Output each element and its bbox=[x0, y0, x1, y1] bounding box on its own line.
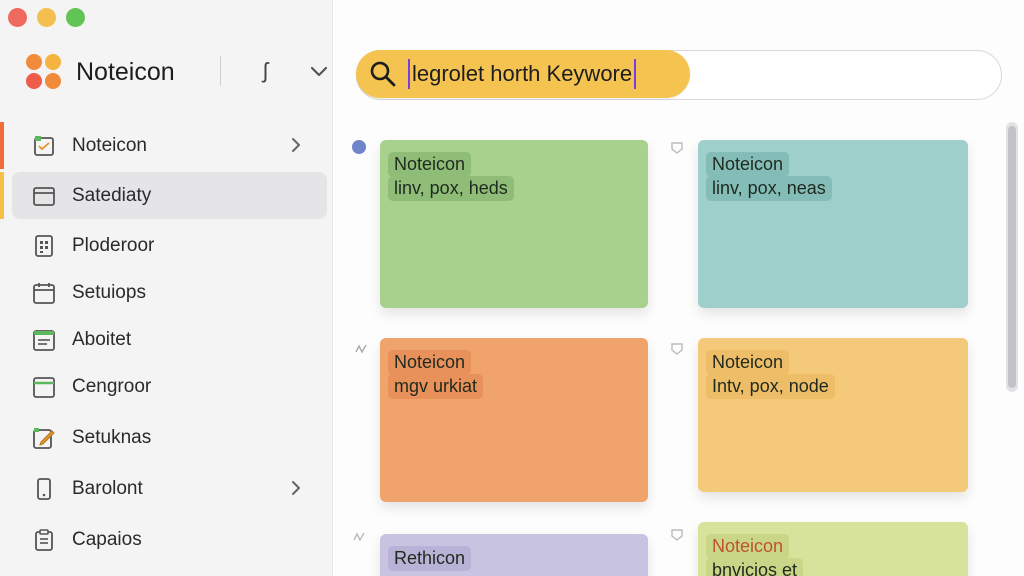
note-card[interactable]: Noteicon linv, pox, neas bbox=[698, 140, 968, 308]
vertical-scrollbar[interactable] bbox=[1006, 122, 1018, 392]
note-subtitle: bnvicios et bbox=[706, 558, 804, 576]
list-icon bbox=[33, 329, 55, 351]
phone-icon bbox=[37, 477, 51, 500]
search-input[interactable]: legrolet horth Keywore bbox=[356, 50, 690, 98]
note-card[interactable]: Rethicon bbox=[380, 534, 648, 576]
search-query-text[interactable]: legrolet horth Keywore bbox=[408, 59, 637, 89]
maximize-window-button[interactable] bbox=[66, 8, 85, 27]
note-title: Rethicon bbox=[388, 546, 472, 571]
sidebar-item-label: Setuknas bbox=[72, 426, 152, 448]
scrollbar-thumb[interactable] bbox=[1008, 126, 1016, 388]
squiggle-icon[interactable] bbox=[352, 530, 366, 544]
sidebar-item-satediaty[interactable]: Satediaty bbox=[12, 172, 327, 219]
note-card[interactable]: Noteicon linv, pox, heds bbox=[380, 140, 648, 308]
note-card[interactable]: Noteicon bnvicios et bbox=[698, 522, 968, 576]
minimize-window-button[interactable] bbox=[37, 8, 56, 27]
active-accent-bar bbox=[0, 122, 4, 169]
window-controls bbox=[8, 8, 85, 27]
squiggle-icon[interactable] bbox=[354, 342, 368, 356]
sidebar-item-label: Capaios bbox=[72, 528, 142, 550]
pin-dot-icon[interactable] bbox=[352, 140, 366, 154]
calendar-icon bbox=[33, 376, 55, 398]
chevron-down-icon[interactable] bbox=[308, 60, 330, 82]
sidebar-item-noteicon[interactable]: Noteicon bbox=[0, 122, 333, 169]
sidebar-item-label: Cengroor bbox=[72, 375, 152, 397]
sync-icon[interactable]: ʃ bbox=[263, 58, 268, 84]
pin-icon[interactable] bbox=[670, 342, 684, 356]
note-title: Noteicon bbox=[706, 534, 790, 559]
note-subtitle: mgv urkiat bbox=[388, 374, 484, 399]
sidebar-item-label: Noteicon bbox=[72, 134, 147, 156]
sidebar-item-label: Barolont bbox=[72, 477, 143, 499]
chevron-right-icon bbox=[292, 481, 300, 495]
edit-icon bbox=[33, 427, 55, 449]
sidebar-item-label: Aboitet bbox=[72, 328, 132, 350]
sidebar-item-label: Setuiops bbox=[72, 281, 146, 303]
main-content: legrolet horth Keywore Noteicon linv, po… bbox=[334, 0, 1024, 576]
note-title: Noteicon bbox=[388, 152, 472, 177]
active-accent-bar bbox=[0, 172, 4, 219]
sidebar-item-setuiops[interactable]: Setuiops bbox=[0, 269, 333, 316]
chevron-right-icon bbox=[292, 138, 300, 152]
note-subtitle: Intv, pox, node bbox=[706, 374, 835, 399]
folder-icon bbox=[33, 186, 55, 206]
clipboard-icon bbox=[35, 528, 53, 551]
app-name: Noteicon bbox=[76, 57, 175, 86]
logo-icon bbox=[26, 54, 62, 90]
sidebar-item-label: Satediaty bbox=[72, 184, 152, 206]
header-divider bbox=[220, 56, 221, 86]
sidebar-item-capaios[interactable]: Capaios bbox=[0, 516, 333, 563]
pin-icon[interactable] bbox=[670, 528, 684, 542]
sidebar-item-label: Ploderoor bbox=[72, 234, 155, 256]
sidebar: Noteicon ʃ Noteicon Satediaty Ploderoor … bbox=[0, 0, 333, 576]
note-icon bbox=[34, 135, 54, 156]
note-card[interactable]: Noteicon Intv, pox, node bbox=[698, 338, 968, 492]
note-title: Noteicon bbox=[388, 350, 472, 375]
document-grid-icon bbox=[35, 234, 53, 257]
close-window-button[interactable] bbox=[8, 8, 27, 27]
note-subtitle: linv, pox, heds bbox=[388, 176, 514, 201]
note-title: Noteicon bbox=[706, 152, 790, 177]
app-header: Noteicon ʃ bbox=[26, 52, 328, 92]
sidebar-item-aboitet[interactable]: Aboitet bbox=[0, 316, 333, 363]
pin-icon[interactable] bbox=[670, 141, 684, 155]
note-title: Noteicon bbox=[706, 350, 790, 375]
calendar-icon bbox=[33, 282, 55, 304]
search-icon bbox=[370, 61, 396, 87]
sidebar-item-ploderoor[interactable]: Ploderoor bbox=[0, 222, 333, 269]
sidebar-item-setuknas[interactable]: Setuknas bbox=[0, 414, 333, 461]
note-card[interactable]: Noteicon mgv urkiat bbox=[380, 338, 648, 502]
sidebar-item-cengroor[interactable]: Cengroor bbox=[0, 363, 333, 410]
note-subtitle: linv, pox, neas bbox=[706, 176, 832, 201]
sidebar-item-barolont[interactable]: Barolont bbox=[0, 465, 333, 512]
sidebar-nav: Noteicon Satediaty Ploderoor Setuiops Ab… bbox=[0, 122, 333, 563]
